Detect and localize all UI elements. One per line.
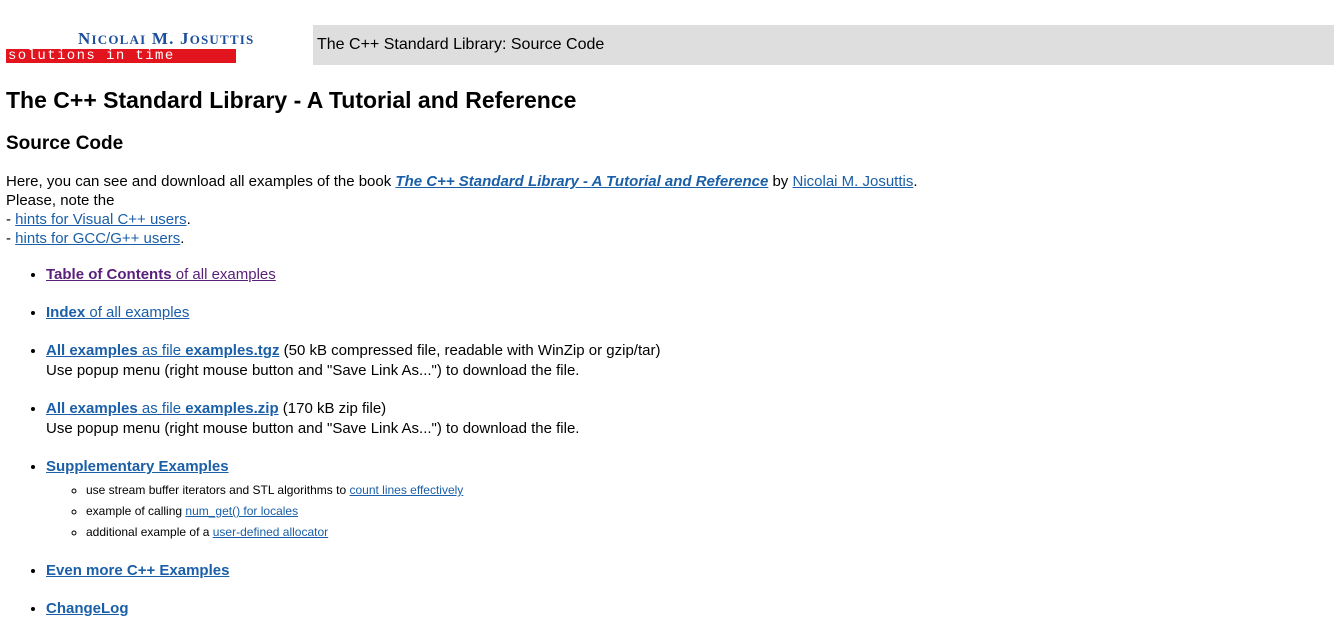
download-note: Use popup menu (right mouse button and "… bbox=[46, 420, 580, 437]
intro-paragraph: Here, you can see and download all examp… bbox=[6, 172, 1326, 248]
section-heading: Source Code bbox=[6, 133, 124, 154]
sub-item-num-get: example of calling num_get() for locales bbox=[86, 501, 1326, 522]
list-item-changelog: ChangeLog bbox=[46, 599, 1326, 619]
sub-item-allocator: additional example of a user-defined all… bbox=[86, 522, 1326, 543]
list-item-examples-zip: All examples as file examples.zip (170 k… bbox=[46, 399, 1326, 439]
supplementary-examples-link[interactable]: Supplementary Examples bbox=[46, 458, 229, 475]
supplementary-sublist: use stream buffer iterators and STL algo… bbox=[46, 480, 1326, 543]
table-of-contents-link[interactable]: Table of Contents of all examples bbox=[46, 266, 276, 283]
book-link[interactable]: The C++ Standard Library - A Tutorial an… bbox=[395, 173, 768, 190]
sub-item-count-lines: use stream buffer iterators and STL algo… bbox=[86, 480, 1326, 501]
examples-list: Table of Contents of all examples Index … bbox=[6, 265, 1326, 619]
count-lines-link[interactable]: count lines effectively bbox=[349, 483, 463, 497]
logo-name: NICOLAI M. JOSUTTIS bbox=[78, 30, 254, 48]
allocator-link[interactable]: user-defined allocator bbox=[213, 525, 328, 539]
page-title-bar: The C++ Standard Library: Source Code bbox=[313, 25, 1334, 65]
examples-zip-link[interactable]: All examples as file examples.zip bbox=[46, 400, 279, 417]
list-item-supplementary: Supplementary Examples use stream buffer… bbox=[46, 457, 1326, 543]
page-title: The C++ Standard Library: Source Code bbox=[317, 36, 605, 53]
examples-tgz-link[interactable]: All examples as file examples.tgz bbox=[46, 342, 279, 359]
list-item-table-of-contents: Table of Contents of all examples bbox=[46, 265, 1326, 285]
logo-rest-2: OSUTTIS bbox=[189, 32, 255, 47]
gcc-hints-link[interactable]: hints for GCC/G++ users bbox=[15, 230, 180, 247]
main-heading: The C++ Standard Library - A Tutorial an… bbox=[6, 87, 577, 113]
list-item-index: Index of all examples bbox=[46, 303, 1326, 323]
list-item-more-examples: Even more C++ Examples bbox=[46, 561, 1326, 581]
intro-line-2: Please, note the bbox=[6, 192, 115, 209]
more-examples-link[interactable]: Even more C++ Examples bbox=[46, 562, 229, 579]
download-note: Use popup menu (right mouse button and "… bbox=[46, 362, 580, 379]
josuttis-logo[interactable]: NICOLAI M. JOSUTTIS solutions in time bbox=[6, 30, 288, 64]
hint-line-gcc: - hints for GCC/G++ users. bbox=[6, 230, 185, 247]
main-content: The C++ Standard Library - A Tutorial an… bbox=[6, 86, 1326, 637]
index-link[interactable]: Index of all examples bbox=[46, 304, 189, 321]
list-item-examples-tgz: All examples as file examples.tgz (50 kB… bbox=[46, 341, 1326, 381]
logo-tagline: solutions in time bbox=[6, 49, 236, 63]
logo-rest-1: ICOLAI bbox=[91, 32, 147, 47]
changelog-link[interactable]: ChangeLog bbox=[46, 600, 129, 617]
logo-initial-2: M. J bbox=[151, 29, 190, 48]
num-get-link[interactable]: num_get() for locales bbox=[185, 504, 298, 518]
intro-line-1: Here, you can see and download all examp… bbox=[6, 173, 918, 190]
hint-line-visual-cpp: - hints for Visual C++ users. bbox=[6, 211, 191, 228]
author-link[interactable]: Nicolai M. Josuttis bbox=[792, 173, 913, 190]
visual-cpp-hints-link[interactable]: hints for Visual C++ users bbox=[15, 211, 186, 228]
logo-initial-1: N bbox=[78, 29, 92, 48]
